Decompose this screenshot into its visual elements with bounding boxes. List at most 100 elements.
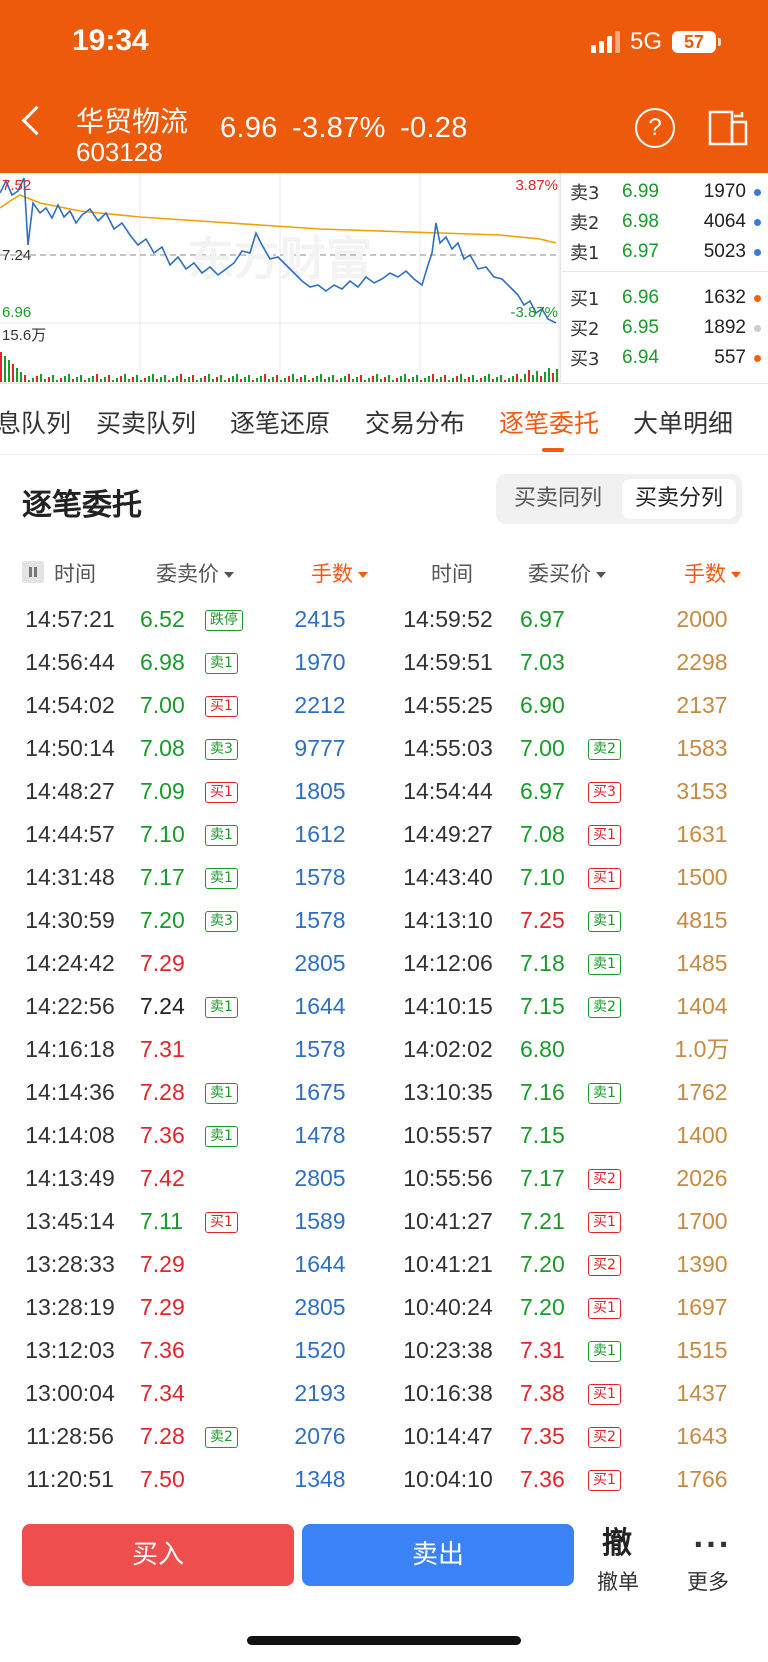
table-row[interactable]: 14:13:49 7.42 2805 10:55:56 7.17 买2 2026 [0, 1157, 768, 1200]
ask-level[interactable]: 卖3 6.99 1970 [570, 177, 766, 207]
volume-bar [432, 374, 434, 382]
pause-icon[interactable] [22, 561, 44, 583]
bid-queue-badge: 买3 [588, 782, 621, 803]
toggle-same-column[interactable]: 买卖同列 [502, 479, 614, 519]
tab-bid-ask-queue[interactable]: 买卖队列 [96, 404, 196, 440]
bid-price: 7.21 [520, 1208, 565, 1234]
cancel-order-label[interactable]: 撤单 [597, 1566, 639, 1596]
tab-tick-restore[interactable]: 逐笔还原 [230, 404, 330, 440]
cancel-order-icon[interactable]: 撤 [602, 1518, 632, 1562]
table-row[interactable]: 14:14:36 7.28 卖1 1675 13:10:35 7.16 卖1 1762 [0, 1071, 768, 1114]
col-ask-price[interactable]: 委卖价 [156, 558, 234, 588]
bid-volume: 1697 [676, 1294, 728, 1320]
volume-bar [200, 378, 202, 382]
table-row[interactable]: 13:12:03 7.36 1520 10:23:38 7.31 卖1 1515 [0, 1329, 768, 1372]
bid-queue-badge: 卖1 [588, 1341, 621, 1362]
switch-layout-icon[interactable] [708, 108, 748, 148]
bid-volume: 1437 [676, 1380, 728, 1406]
toggle-split-column[interactable]: 买卖分列 [622, 479, 736, 519]
table-row[interactable]: 14:30:59 7.20 卖3 1578 14:13:10 7.25 卖1 4815 [0, 899, 768, 942]
level-dot-icon [754, 248, 761, 256]
volume-bar [96, 374, 98, 382]
bid-time: 10:41:21 [403, 1251, 493, 1277]
bid-price: 7.15 [520, 993, 565, 1019]
ask-price: 7.09 [140, 778, 185, 804]
ask-time: 11:20:51 [26, 1466, 114, 1492]
table-row[interactable]: 11:20:51 7.50 1348 10:04:10 7.36 买1 1766 [0, 1458, 768, 1501]
help-icon[interactable]: ? [635, 108, 675, 148]
bid-queue-badge: 买2 [588, 1169, 621, 1190]
buy-button[interactable]: 买入 [22, 1524, 294, 1586]
sort-down-icon [224, 572, 234, 578]
table-row[interactable]: 13:45:14 7.11 买1 1589 10:41:27 7.21 买1 1700 [0, 1200, 768, 1243]
volume-bar [4, 356, 6, 382]
order-book[interactable]: 卖3 6.99 1970 卖2 6.98 4064 卖1 6.97 5023 买1 6.96 1632… [560, 173, 768, 383]
volume-bar [312, 378, 314, 382]
volume-bar [364, 380, 366, 382]
ask-volume: 1578 [294, 864, 346, 890]
volume-bar [288, 376, 290, 382]
col-ask-volume[interactable]: 手数 [311, 558, 368, 588]
table-row[interactable]: 11:28:56 7.28 卖2 2076 10:14:47 7.35 买2 1643 [0, 1415, 768, 1458]
stock-price: 6.96 [220, 112, 278, 144]
volume-bar [244, 377, 246, 382]
bid-level[interactable]: 买3 6.94 557 [570, 343, 766, 373]
level-label: 买3 [570, 349, 600, 370]
volume-bar [468, 377, 470, 382]
volume-bars [0, 352, 558, 382]
tab-trade-distribution[interactable]: 交易分布 [365, 404, 465, 440]
tab-info-queue[interactable]: 息队列 [0, 404, 71, 440]
ask-volume: 1578 [294, 1036, 346, 1062]
bid-level[interactable]: 买2 6.95 1892 [570, 313, 766, 343]
volume-bar [156, 379, 158, 382]
more-label[interactable]: 更多 [687, 1566, 729, 1596]
col-bid-time: 时间 [431, 562, 473, 586]
bid-volume: 2137 [676, 692, 728, 718]
table-row[interactable]: 14:54:02 7.00 买1 2212 14:55:25 6.90 2137 [0, 684, 768, 727]
volume-bar [64, 376, 66, 382]
table-row[interactable]: 14:56:44 6.98 卖1 1970 14:59:51 7.03 2298 [0, 641, 768, 684]
volume-bar [92, 376, 94, 382]
bid-queue-badge: 买2 [588, 1255, 621, 1276]
ask-queue-badge: 卖3 [205, 739, 238, 760]
level-price: 6.95 [622, 317, 659, 338]
level-volume: 4064 [703, 211, 746, 232]
table-row[interactable]: 14:31:48 7.17 卖1 1578 14:43:40 7.10 买1 1500 [0, 856, 768, 899]
level-dot-icon [754, 354, 761, 362]
bid-price: 7.00 [520, 735, 565, 761]
tab-tick-orders[interactable]: 逐笔委托 [499, 404, 599, 440]
table-row[interactable]: 13:00:04 7.34 2193 10:16:38 7.38 买1 1437 [0, 1372, 768, 1415]
bid-price: 7.31 [520, 1337, 565, 1363]
chart-volume-label: 15.6万 [2, 327, 46, 344]
intraday-chart[interactable]: 东方财富 7.52 7.24 6.96 3.87% -3.87% 15.6万 [0, 173, 560, 383]
table-row[interactable]: 13:28:33 7.29 1644 10:41:21 7.20 买2 1390 [0, 1243, 768, 1286]
ask-level[interactable]: 卖2 6.98 4064 [570, 207, 766, 237]
ask-time: 14:54:02 [25, 692, 115, 718]
ask-level[interactable]: 卖1 6.97 5023 [570, 237, 766, 267]
volume-bar [248, 375, 250, 382]
ask-price: 7.00 [140, 692, 185, 718]
more-icon[interactable]: ··· [693, 1528, 731, 1561]
ask-time: 14:48:27 [25, 778, 115, 804]
level-volume: 1892 [703, 317, 746, 338]
col-bid-volume[interactable]: 手数 [684, 558, 741, 588]
table-row[interactable]: 14:24:42 7.29 2805 14:12:06 7.18 卖1 1485 [0, 942, 768, 985]
back-icon[interactable] [21, 105, 52, 136]
ask-price: 7.36 [140, 1337, 185, 1363]
col-bid-price[interactable]: 委买价 [528, 558, 606, 588]
level-label: 卖3 [570, 183, 600, 204]
table-row[interactable]: 14:22:56 7.24 卖1 1644 14:10:15 7.15 卖2 1404 [0, 985, 768, 1028]
volume-bar [76, 377, 78, 382]
table-row[interactable]: 14:14:08 7.36 卖1 1478 10:55:57 7.15 1400 [0, 1114, 768, 1157]
table-row[interactable]: 13:28:19 7.29 2805 10:40:24 7.20 买1 1697 [0, 1286, 768, 1329]
table-row[interactable]: 14:48:27 7.09 买1 1805 14:54:44 6.97 买3 3153 [0, 770, 768, 813]
table-row[interactable]: 14:16:18 7.31 1578 14:02:02 6.80 1.0万 [0, 1028, 768, 1071]
bid-level[interactable]: 买1 6.96 1632 [570, 283, 766, 313]
table-row[interactable]: 14:50:14 7.08 卖3 9777 14:55:03 7.00 卖2 1583 [0, 727, 768, 770]
tab-large-orders[interactable]: 大单明细 [633, 404, 733, 440]
sell-button[interactable]: 卖出 [302, 1524, 574, 1586]
table-row[interactable]: 14:57:21 6.52 跌停 2415 14:59:52 6.97 2000 [0, 598, 768, 641]
volume-bar [508, 378, 510, 382]
table-row[interactable]: 14:44:57 7.10 卖1 1612 14:49:27 7.08 买1 1631 [0, 813, 768, 856]
volume-bar [184, 379, 186, 382]
